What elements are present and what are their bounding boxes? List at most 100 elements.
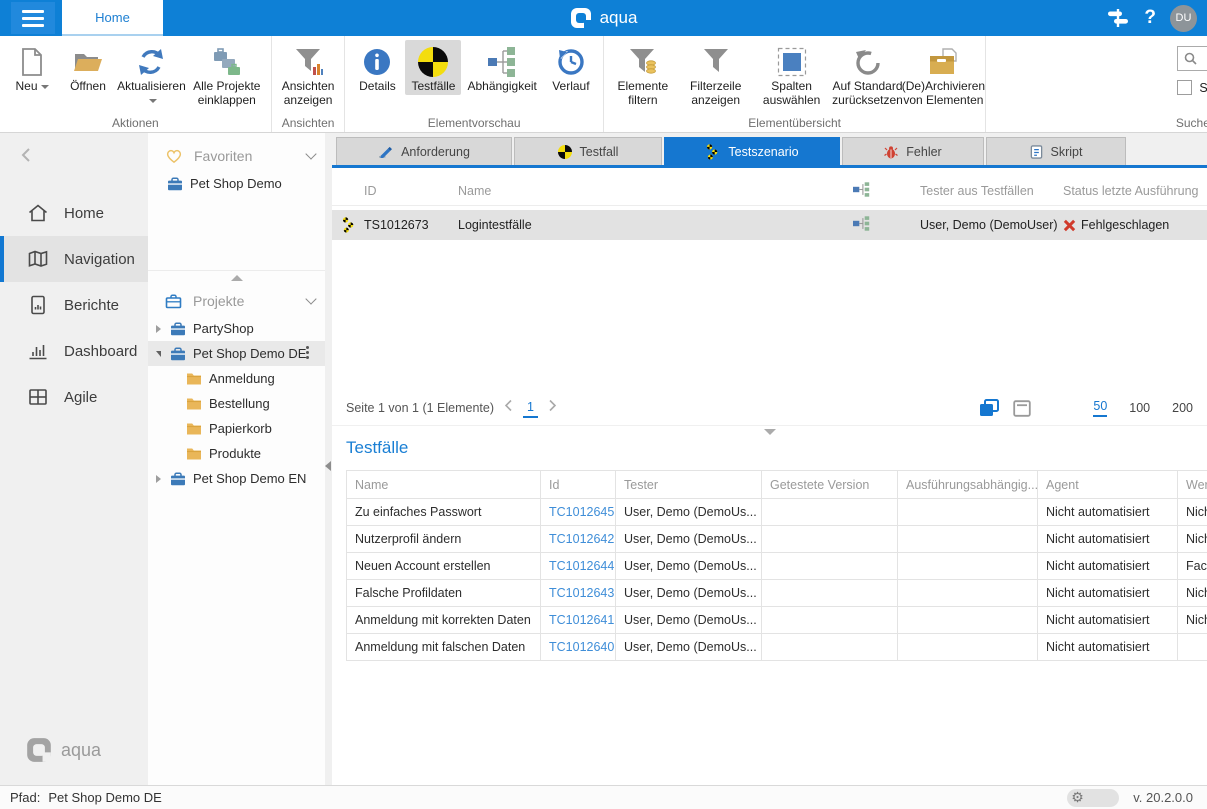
- project-partyshop[interactable]: PartyShop: [148, 316, 325, 341]
- testfaelle-button[interactable]: Testfälle: [405, 40, 461, 95]
- ribbon: Neu Öffnen Aktualisieren Alle Projekte e…: [0, 36, 1207, 133]
- search-input[interactable]: [1202, 52, 1207, 66]
- collapse-node-icon[interactable]: [156, 351, 161, 357]
- page-number[interactable]: 1: [523, 399, 538, 418]
- testcase-link[interactable]: TC1012640: [549, 640, 614, 654]
- vertical-splitter[interactable]: [325, 133, 332, 785]
- dependency-column-icon[interactable]: [853, 182, 893, 200]
- folder-papierkorb[interactable]: Papierkorb: [148, 416, 325, 441]
- help-icon[interactable]: ?: [1144, 7, 1156, 29]
- kebab-menu-icon[interactable]: [306, 346, 309, 361]
- col-version[interactable]: Getestete Version: [762, 471, 898, 499]
- collapse-panel-icon[interactable]: [325, 461, 331, 471]
- col-agent[interactable]: Agent: [1038, 471, 1178, 499]
- archive-view-icon[interactable]: [1013, 400, 1031, 417]
- table-row[interactable]: Zu einfaches PasswortTC1012645User, Demo…: [347, 499, 1207, 526]
- tab-anforderung[interactable]: Anforderung: [336, 137, 512, 165]
- testcase-link[interactable]: TC1012641: [549, 613, 614, 627]
- tab-skript[interactable]: Skript: [986, 137, 1126, 165]
- expand-icon[interactable]: [156, 325, 161, 333]
- neu-button[interactable]: Neu: [4, 40, 60, 95]
- sidebar-item-navigation[interactable]: Navigation: [0, 236, 148, 282]
- page-size-100[interactable]: 100: [1129, 401, 1150, 415]
- sidebar-item-home[interactable]: Home: [0, 190, 148, 236]
- avatar[interactable]: DU: [1170, 5, 1197, 32]
- sidebar-item-dashboard[interactable]: Dashboard: [0, 328, 148, 374]
- table-row[interactable]: Nutzerprofil ändernTC1012642User, Demo (…: [347, 526, 1207, 553]
- version-text: v. 20.2.0.0: [1133, 790, 1193, 805]
- prev-page-icon[interactable]: [504, 399, 513, 417]
- col-id[interactable]: ID: [364, 184, 458, 198]
- alle-projekte-einklappen-button[interactable]: Alle Projekte einklappen: [187, 40, 267, 109]
- auf-standard-zuruecksetzen-button[interactable]: Auf Standard zurücksetzen: [830, 40, 906, 109]
- dropdown-caret-icon: [41, 85, 49, 89]
- spalten-auswaehlen-button[interactable]: Spalten auswählen: [754, 40, 830, 109]
- splitter-up-icon: [231, 275, 243, 281]
- sidebar-collapse-icon[interactable]: [20, 147, 32, 168]
- page-size-200[interactable]: 200: [1172, 401, 1193, 415]
- table-row[interactable]: Anmeldung mit falschen DatenTC1012640Use…: [347, 634, 1207, 661]
- scenario-row[interactable]: TS1012673 Logintestfälle User, Demo (Dem…: [332, 210, 1207, 240]
- settings-pill[interactable]: [1067, 789, 1119, 807]
- elemente-filtern-button[interactable]: Elemente filtern: [608, 40, 678, 109]
- archive-box-icon: [927, 45, 959, 79]
- grid-icon: [27, 386, 49, 408]
- suchanfrage-checkbox[interactable]: [1177, 80, 1192, 95]
- dependency-icon[interactable]: [853, 216, 893, 234]
- testcase-link[interactable]: TC1012645: [549, 505, 614, 519]
- ribbon-tab-home[interactable]: Home: [62, 0, 163, 36]
- hamburger-menu-icon[interactable]: [11, 2, 55, 34]
- scenario-table-header[interactable]: ID Name Tester aus Testfällen Status let…: [332, 176, 1207, 206]
- next-page-icon[interactable]: [548, 399, 557, 417]
- sidebar-item-berichte[interactable]: Berichte: [0, 282, 148, 328]
- table-row[interactable]: Falsche ProfildatenTC1012643User, Demo (…: [347, 580, 1207, 607]
- tab-fehler[interactable]: Fehler: [842, 137, 984, 165]
- folder-bestellung[interactable]: Bestellung: [148, 391, 325, 416]
- signpost-icon[interactable]: [1106, 8, 1130, 28]
- expand-icon[interactable]: [156, 475, 161, 483]
- aktualisieren-button[interactable]: Aktualisieren: [116, 40, 187, 109]
- project-pet-shop-demo-en[interactable]: Pet Shop Demo EN: [148, 466, 325, 491]
- col-status[interactable]: Status letzte Ausführung: [1063, 184, 1207, 198]
- new-document-icon: [20, 45, 44, 79]
- sidebar-item-label: Agile: [64, 389, 97, 406]
- col-id[interactable]: Id: [541, 471, 616, 499]
- col-tester[interactable]: Tester aus Testfällen: [920, 184, 1063, 198]
- script-icon: [1030, 145, 1043, 159]
- verlauf-button[interactable]: Verlauf: [543, 40, 599, 95]
- tree-item-label: Bestellung: [209, 396, 270, 411]
- testcase-quadrant-icon: [418, 45, 448, 79]
- table-row[interactable]: Neuen Account erstellenTC1012644User, De…: [347, 553, 1207, 580]
- details-button[interactable]: Details: [349, 40, 405, 95]
- panel-splitter[interactable]: [148, 270, 325, 284]
- col-name[interactable]: Name: [347, 471, 541, 499]
- favoriten-header[interactable]: Favoriten: [148, 141, 325, 171]
- briefcase-outline-icon: [165, 294, 182, 309]
- col-name[interactable]: Name: [458, 184, 853, 198]
- sidebar-item-agile[interactable]: Agile: [0, 374, 148, 420]
- abhaengigkeit-button[interactable]: Abhängigkeit: [461, 40, 542, 95]
- scenario-id: TS1012673: [364, 218, 458, 232]
- folder-anmeldung[interactable]: Anmeldung: [148, 366, 325, 391]
- oeffnen-button[interactable]: Öffnen: [60, 40, 116, 95]
- col-tester[interactable]: Tester: [616, 471, 762, 499]
- ansichten-anzeigen-button[interactable]: Ansichten anzeigen: [276, 40, 341, 109]
- folder-produkte[interactable]: Produkte: [148, 441, 325, 466]
- favorite-pet-shop-demo[interactable]: Pet Shop Demo: [148, 171, 325, 196]
- dearchivieren-button[interactable]: (De)Archivieren von Elementen: [905, 40, 981, 109]
- testcase-link[interactable]: TC1012642: [549, 532, 614, 546]
- testcase-link[interactable]: TC1012644: [549, 559, 614, 573]
- testcase-link[interactable]: TC1012643: [549, 586, 614, 600]
- col-abhaengig[interactable]: Ausführungsabhängig...: [898, 471, 1038, 499]
- copy-view-icon[interactable]: [979, 399, 999, 417]
- tab-testszenario[interactable]: Testszenario: [664, 137, 840, 165]
- col-wert[interactable]: Wer: [1178, 471, 1207, 499]
- filterzeile-anzeigen-button[interactable]: Filterzeile anzeigen: [678, 40, 754, 109]
- horizontal-splitter[interactable]: [332, 425, 1207, 438]
- projekte-header[interactable]: Projekte: [148, 286, 325, 316]
- app-name: aqua: [600, 8, 638, 28]
- tab-testfall[interactable]: Testfall: [514, 137, 662, 165]
- table-row[interactable]: Anmeldung mit korrekten DatenTC1012641Us…: [347, 607, 1207, 634]
- page-size-50[interactable]: 50: [1093, 399, 1107, 417]
- project-pet-shop-demo-de[interactable]: Pet Shop Demo DE: [148, 341, 325, 366]
